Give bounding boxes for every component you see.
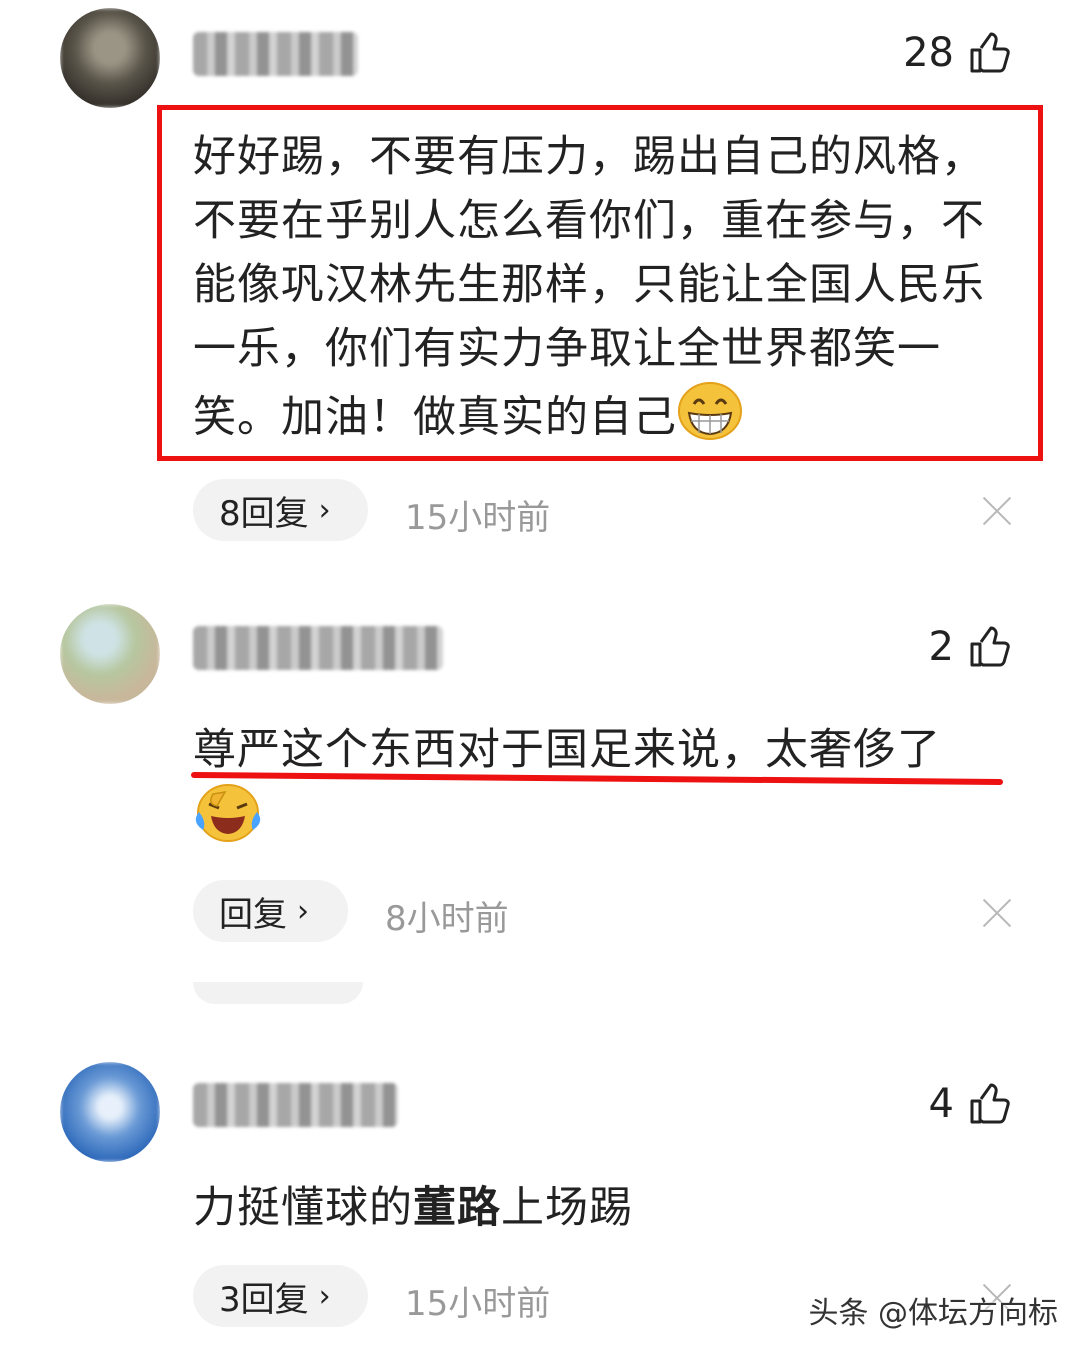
timestamp: 15小时前 [405, 498, 551, 538]
avatar[interactable] [60, 8, 160, 108]
highlight-box [157, 105, 1043, 461]
laughing-crying-face-emoji [193, 782, 263, 862]
highlight-underline [191, 772, 1003, 785]
reply-button[interactable]: 回复 › [193, 880, 348, 942]
reply-button[interactable]: 8回复 › [193, 479, 368, 541]
thumbs-up-icon [970, 626, 1010, 667]
timestamp: 15小时前 [405, 1284, 551, 1324]
chevron-right-icon: › [297, 893, 309, 929]
close-icon[interactable] [982, 898, 1012, 928]
close-icon[interactable] [982, 496, 1012, 526]
username-blurred[interactable] [193, 626, 443, 670]
username-blurred[interactable] [193, 32, 358, 76]
chevron-right-icon: › [318, 1278, 331, 1314]
reply-label: 回复 [219, 894, 287, 935]
avatar[interactable] [60, 1062, 160, 1162]
avatar[interactable] [60, 604, 160, 704]
like-button[interactable]: 2 [929, 624, 1012, 670]
like-count: 4 [928, 1081, 954, 1127]
like-button[interactable]: 4 [929, 1081, 1012, 1127]
highlighted-name: 董路 [413, 1183, 501, 1233]
comment-text: 尊严这个东西对于国足来说，太奢侈了 [193, 718, 1013, 862]
like-button[interactable]: 28 [903, 30, 1012, 76]
thumbs-up-icon [970, 1083, 1010, 1124]
thumbs-up-icon [970, 32, 1010, 73]
reply-label: 8回复 [219, 493, 309, 534]
chevron-right-icon: › [318, 492, 331, 528]
like-count: 2 [928, 624, 954, 670]
watermark: 头条 @体坛方向标 [808, 1296, 1058, 1331]
reply-label: 3回复 [219, 1279, 309, 1320]
like-count: 28 [903, 30, 954, 76]
collapsed-reply-edge [193, 982, 363, 1004]
comment-text: 力挺懂球的董路上场踢 [193, 1183, 633, 1233]
timestamp: 8小时前 [385, 899, 509, 939]
reply-button[interactable]: 3回复 › [193, 1265, 368, 1327]
username-blurred[interactable] [193, 1083, 398, 1127]
